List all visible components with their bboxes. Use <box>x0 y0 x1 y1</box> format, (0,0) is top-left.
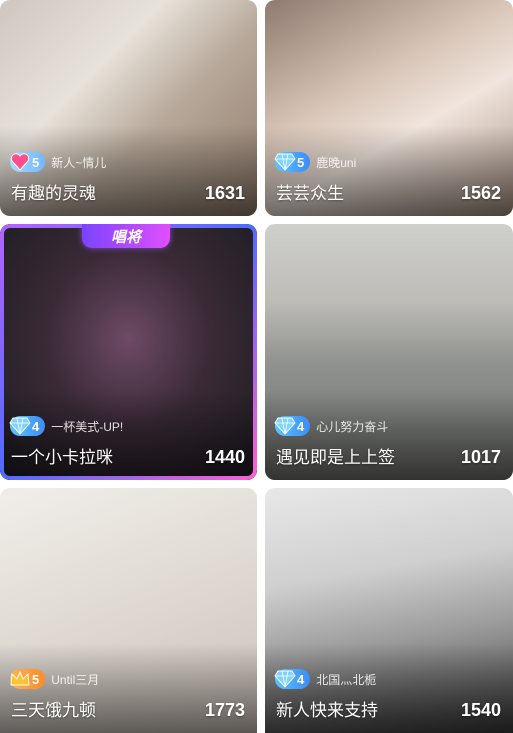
level-badge: 4 <box>273 667 311 691</box>
live-card-4[interactable]: 4 心儿努力奋斗 遇见即是上上签 1017 <box>265 224 513 480</box>
live-card-2[interactable]: 5 鹿晚uni 芸芸众生 1562 <box>265 0 513 216</box>
level-badge: 5 <box>8 150 46 174</box>
singer-tag: 唱将 <box>82 224 170 248</box>
level-number: 4 <box>297 671 305 687</box>
live-card-6[interactable]: 4 北国灬北栀 新人快来支持 1540 <box>265 488 513 733</box>
singer-tag-label: 唱将 <box>110 227 141 246</box>
level-badge: 5 <box>8 667 46 691</box>
viewer-count: 1773 <box>204 700 245 720</box>
level-badge: 4 <box>273 414 311 438</box>
viewer-count: 1540 <box>460 700 501 720</box>
viewer-count: 1562 <box>460 183 501 203</box>
level-number: 5 <box>32 671 40 687</box>
diamond-icon <box>273 414 297 438</box>
level-badge: 5 <box>273 150 311 174</box>
author-name: 一杯美式-UP! <box>51 419 124 434</box>
level-number: 5 <box>32 154 40 170</box>
live-card-5[interactable]: 5 Until三月 三天饿九顿 1773 <box>0 488 257 733</box>
author-name: Until三月 <box>51 672 100 687</box>
live-card-3[interactable]: 唱将 4 一杯美式-UP! 一个小卡拉咪 1440 <box>0 224 257 480</box>
viewer-count: 1440 <box>204 447 245 467</box>
diamond-icon <box>273 150 297 174</box>
highlight-frame <box>0 224 257 480</box>
room-title: 一个小卡拉咪 <box>11 448 113 468</box>
viewer-count: 1631 <box>204 183 245 203</box>
room-title: 有趣的灵魂 <box>11 184 96 204</box>
level-number: 4 <box>297 418 305 434</box>
room-title: 三天饿九顿 <box>11 701 96 721</box>
heart-gem-icon <box>8 150 32 174</box>
diamond-icon <box>8 414 32 438</box>
live-card-1[interactable]: 5 新人~情儿 有趣的灵魂 1631 <box>0 0 257 216</box>
author-name: 北国灬北栀 <box>316 672 377 687</box>
author-name: 鹿晚uni <box>316 155 357 170</box>
room-title: 新人快来支持 <box>276 701 378 721</box>
room-title: 芸芸众生 <box>276 184 344 204</box>
level-badge: 4 <box>8 414 46 438</box>
level-number: 5 <box>297 154 305 170</box>
diamond-icon <box>273 667 297 691</box>
viewer-count: 1017 <box>460 447 501 467</box>
room-title: 遇见即是上上签 <box>276 448 395 468</box>
author-name: 新人~情儿 <box>51 155 107 170</box>
crown-icon <box>8 667 32 691</box>
author-name: 心儿努力奋斗 <box>316 419 389 434</box>
level-number: 4 <box>32 418 40 434</box>
